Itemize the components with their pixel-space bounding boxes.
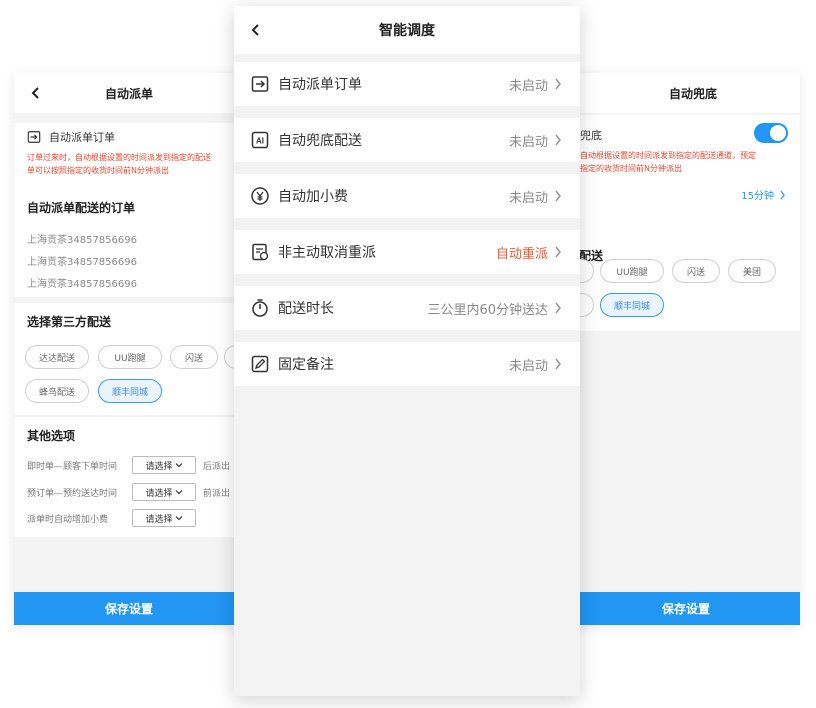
back-icon[interactable] <box>26 83 46 103</box>
order-item[interactable]: 上海贡茶34857856696 <box>27 275 137 290</box>
orders-section: 自动派单配送的订单 上海贡茶34857856696 上海贡茶3485785669… <box>14 189 244 297</box>
auto-fallback-header: 自动兜底 <box>572 73 800 113</box>
select-value: 请选择 <box>145 488 173 499</box>
chevron-right-icon <box>554 246 564 258</box>
page-title: 自动兜底 <box>668 86 717 101</box>
menu-status: 未启动 <box>508 134 548 150</box>
fallback-toggle[interactable] <box>754 123 788 143</box>
svg-text:AI: AI <box>256 137 264 146</box>
chip-meituan[interactable]: 美团 <box>728 259 776 283</box>
auto-dispatch-header: 自动派单 <box>14 73 244 113</box>
select-value: 请选择 <box>145 461 173 472</box>
menu-status: 三公里内60分钟送达 <box>427 302 548 318</box>
menu-label: 非主动取消重派 <box>278 245 376 261</box>
chevron-down-icon <box>175 516 182 521</box>
menu-auto-dispatch[interactable]: 自动派单订单 未启动 <box>234 62 580 106</box>
smart-dispatch-screen: 智能调度 自动派单订单 未启动 AI 自动兜底配送 未启动 自动加小费 未启动 … <box>234 6 580 696</box>
timer-icon <box>250 298 270 318</box>
order-item[interactable]: 上海贡茶34857856696 <box>27 253 137 268</box>
save-button[interactable]: 保存设置 <box>14 592 244 625</box>
chip-uu[interactable]: UU跑腿 <box>98 345 162 369</box>
note-line: 订单过来时，自动根据设置的时间派发到指定的配送 <box>27 153 211 162</box>
feature-note: 订单过来时，自动根据设置的时间派发到指定的配送 单可以按照指定的收货时间前N分钟… <box>27 151 211 177</box>
chevron-down-icon <box>175 490 182 495</box>
menu-redispatch[interactable]: 非主动取消重派 自动重派 <box>234 230 580 274</box>
chip-sf-city[interactable]: 顺丰同城 <box>98 379 162 403</box>
time-value: 15分钟 <box>741 191 774 202</box>
note-line: 自动根据设置的时间派发到指定的配送通道，预定 <box>580 151 756 160</box>
save-button[interactable]: 保存设置 <box>572 592 800 625</box>
time-setting[interactable]: 15分钟 <box>741 187 786 202</box>
note-icon <box>250 354 270 374</box>
menu-delivery-time[interactable]: 配送时长 三公里内60分钟送达 <box>234 286 580 330</box>
menu-status: 未启动 <box>508 358 548 374</box>
fallback-feature: 兜底 自动根据设置的时间派发到指定的配送通道，预定 指定的收货时间前N分钟派出 … <box>572 115 800 245</box>
chevron-right-icon <box>554 358 564 370</box>
delivery-section: 配送 UU跑腿 闪送 美团 顺丰同城 <box>572 245 800 331</box>
option-suffix: 前派出 <box>203 489 231 499</box>
other-options-section: 其他选项 即时单—顾客下单时间 请选择 后派出 预订单—预约送达时间 请选择 前… <box>14 417 244 537</box>
feature-label: 自动派单订单 <box>49 131 115 144</box>
menu-status: 自动重派 <box>495 246 548 262</box>
note-line: 指定的收货时间前N分钟派出 <box>580 164 682 173</box>
chevron-right-icon <box>554 302 564 314</box>
menu-label: 配送时长 <box>278 301 334 317</box>
menu-auto-tip[interactable]: 自动加小费 未启动 <box>234 174 580 218</box>
option-select[interactable]: 请选择 <box>132 456 196 474</box>
option-label: 派单时自动增加小费 <box>27 515 109 525</box>
select-value: 请选择 <box>145 514 173 525</box>
redispatch-icon <box>250 242 270 262</box>
smart-dispatch-header: 智能调度 <box>234 6 580 54</box>
menu-fixed-note[interactable]: 固定备注 未启动 <box>234 342 580 386</box>
chip-shansong[interactable]: 闪送 <box>170 345 218 369</box>
feature-note: 自动根据设置的时间派发到指定的配送通道，预定 指定的收货时间前N分钟派出 <box>580 149 756 175</box>
menu-label: 自动派单订单 <box>278 77 362 93</box>
third-party-section: 选择第三方配送 达达配送 UU跑腿 闪送 蜂鸟配送 顺丰同城 <box>14 303 244 415</box>
auto-dispatch-screen: 自动派单 自动派单订单 订单过来时，自动根据设置的时间派发到指定的配送 单可以按… <box>14 73 244 625</box>
chevron-right-icon <box>554 134 564 146</box>
option-suffix: 后派出 <box>203 462 231 472</box>
orders-title: 自动派单配送的订单 <box>27 201 136 215</box>
chevron-right-icon <box>780 189 785 200</box>
menu-label: 自动加小费 <box>278 189 348 205</box>
auto-dispatch-feature: 自动派单订单 订单过来时，自动根据设置的时间派发到指定的配送 单可以按照指定的收… <box>14 123 244 189</box>
ai-icon: AI <box>250 130 270 150</box>
feature-label: 兜底 <box>580 129 602 142</box>
option-row: 预订单—预约送达时间 <box>27 486 117 499</box>
chip-shansong[interactable]: 闪送 <box>672 259 720 283</box>
chip-dada[interactable]: 达达配送 <box>25 345 89 369</box>
other-title: 其他选项 <box>27 429 76 443</box>
menu-label: 自动兜底配送 <box>278 133 362 149</box>
dispatch-icon <box>250 74 270 94</box>
chip-fengniao[interactable]: 蜂鸟配送 <box>25 379 89 403</box>
yen-icon <box>250 186 270 206</box>
toggle-knob <box>770 125 786 141</box>
option-label: 即时单—顾客下单时间 <box>27 462 118 472</box>
back-icon[interactable] <box>246 20 266 40</box>
menu-label: 固定备注 <box>278 357 334 373</box>
note-line: 单可以按照指定的收货时间前N分钟派出 <box>27 166 169 175</box>
third-party-title: 选择第三方配送 <box>27 315 112 329</box>
option-select[interactable]: 请选择 <box>132 483 196 501</box>
option-select[interactable]: 请选择 <box>132 509 196 527</box>
option-label: 预订单—预约送达时间 <box>27 489 118 499</box>
chip-sf-city[interactable]: 顺丰同城 <box>600 293 664 317</box>
option-row: 派单时自动增加小费 <box>27 512 108 525</box>
chevron-right-icon <box>554 190 564 202</box>
chevron-right-icon <box>554 78 564 90</box>
order-item[interactable]: 上海贡茶34857856696 <box>27 231 137 246</box>
page-title: 智能调度 <box>379 23 435 39</box>
chip-uu[interactable]: UU跑腿 <box>600 259 664 283</box>
menu-auto-fallback[interactable]: AI 自动兜底配送 未启动 <box>234 118 580 162</box>
chevron-down-icon <box>175 463 182 468</box>
dispatch-icon <box>27 130 41 144</box>
auto-fallback-screen: 自动兜底 兜底 自动根据设置的时间派发到指定的配送通道，预定 指定的收货时间前N… <box>572 73 800 625</box>
page-title: 自动派单 <box>104 86 153 101</box>
menu-status: 未启动 <box>508 78 548 94</box>
option-row: 即时单—顾客下单时间 <box>27 459 117 472</box>
menu-status: 未启动 <box>508 190 548 206</box>
